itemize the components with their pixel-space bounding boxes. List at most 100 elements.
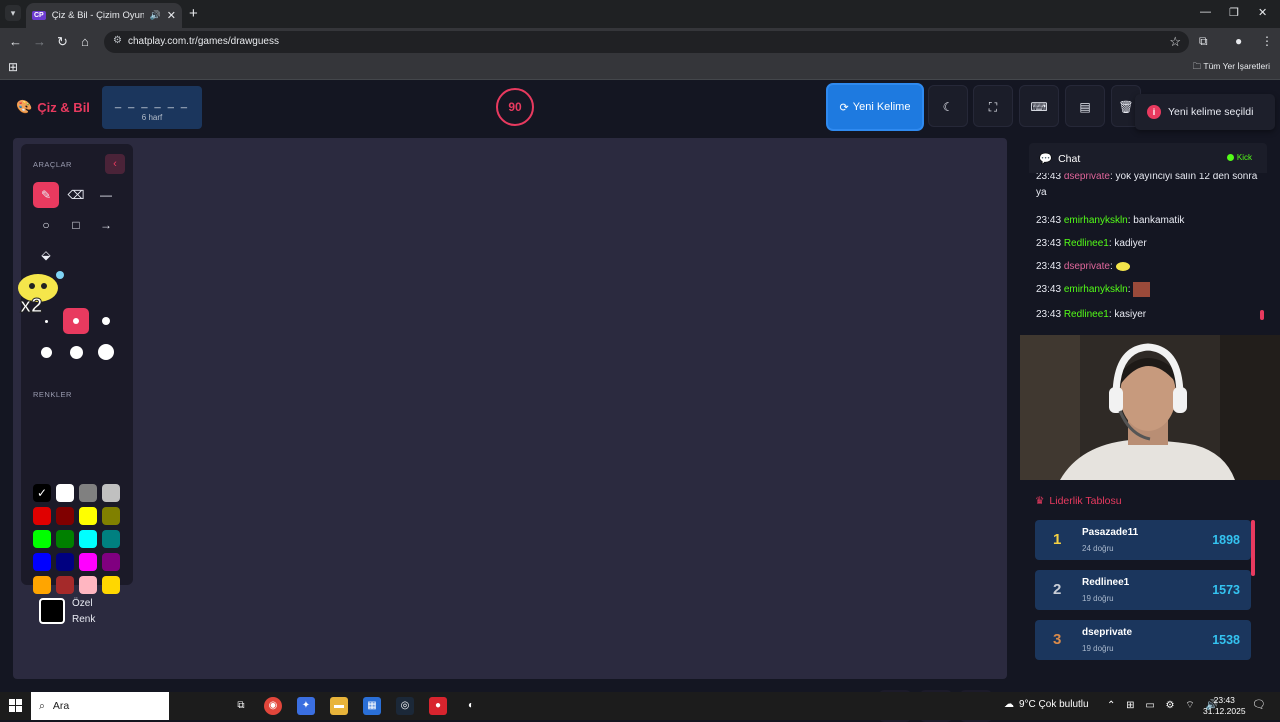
tab-title: Çiz & Bil - Çizim Oyunu	[51, 10, 144, 21]
obs-icon[interactable]: ◐	[462, 697, 480, 715]
brush-size-6[interactable]	[93, 339, 119, 365]
color-swatch[interactable]	[79, 484, 97, 502]
msg-text: :	[1127, 284, 1131, 296]
home-icon[interactable]: ⌂	[81, 34, 89, 49]
brush-size-4[interactable]	[33, 339, 59, 365]
leaderboard-row[interactable]: 2 Redlinee1 19 doğru 1573	[1035, 570, 1251, 610]
site-info-icon[interactable]: ⚙	[113, 35, 122, 46]
color-swatch[interactable]	[102, 530, 120, 548]
taskbar-clock[interactable]: 23:43 31.12.2025	[1203, 695, 1246, 717]
color-swatch[interactable]	[102, 484, 120, 502]
file-explorer-icon[interactable]: ▬	[330, 697, 348, 715]
new-word-button[interactable]: ⟳ Yeni Kelime	[826, 83, 924, 131]
store-icon[interactable]: ▦	[363, 697, 381, 715]
all-bookmarks[interactable]: 🗀 Tüm Yer İşaretleri	[1193, 61, 1270, 75]
msg-user[interactable]: emirhanykskln	[1064, 215, 1128, 226]
dark-mode-button[interactable]: ☾	[928, 85, 968, 127]
color-swatch[interactable]	[56, 576, 74, 594]
msg-user[interactable]: Redlinee1	[1064, 238, 1109, 249]
line-tool[interactable]: —	[93, 182, 119, 208]
fullscreen-button[interactable]: ⛶	[973, 85, 1013, 127]
custom-color-label[interactable]: Özel Renk	[72, 596, 112, 628]
word-length: 6 harf	[141, 113, 163, 122]
profile-icon[interactable]: ●	[1235, 34, 1242, 48]
circle-icon: ○	[42, 218, 50, 232]
game-app-icon[interactable]: ●	[429, 697, 447, 715]
leaderboard-row[interactable]: 3 dseprivate 19 doğru 1538	[1035, 620, 1251, 660]
archive-button[interactable]: ▤	[1065, 85, 1105, 127]
brush-tool[interactable]: ✎	[33, 182, 59, 208]
color-swatch[interactable]	[79, 507, 97, 525]
menu-icon[interactable]: ⋮	[1261, 34, 1273, 48]
brush-size-3[interactable]	[93, 308, 119, 334]
copilot-icon[interactable]: ✦	[297, 697, 315, 715]
browser-tab[interactable]: CP Çiz & Bil - Çizim Oyunu 🔊 ✕	[26, 3, 182, 28]
player-name: Redlinee1	[1082, 577, 1130, 588]
bookmark-star-icon[interactable]: ☆	[1169, 34, 1181, 50]
color-swatch[interactable]	[102, 507, 120, 525]
circle-tool[interactable]: ○	[33, 212, 59, 238]
color-swatch[interactable]	[33, 530, 51, 548]
forward-icon[interactable]: →	[33, 34, 46, 49]
rank: 3	[1053, 631, 1062, 648]
notifications-icon[interactable]: 🗨	[1252, 698, 1266, 711]
rectangle-tool[interactable]: □	[63, 212, 89, 238]
msg-user[interactable]: dseprivate	[1064, 261, 1110, 272]
taskbar-search[interactable]: ⌕ Ara	[31, 692, 169, 720]
drawing-canvas[interactable]: ↶ ↷ 🗑	[13, 138, 1007, 722]
color-swatch[interactable]	[33, 576, 51, 594]
color-swatch[interactable]	[33, 507, 51, 525]
color-swatch[interactable]	[102, 576, 120, 594]
color-swatch[interactable]	[56, 530, 74, 548]
search-placeholder: Ara	[52, 700, 70, 712]
close-tab-icon[interactable]: ✕	[167, 9, 176, 22]
chat-message: 23:43 Redlinee1: kasiyer	[1036, 307, 1258, 323]
steam-icon[interactable]: ◎	[396, 697, 414, 715]
platform-label: Kick	[1236, 153, 1252, 162]
msg-user[interactable]: emirhanykskln	[1064, 284, 1128, 295]
close-window-icon[interactable]: ✕	[1258, 6, 1267, 19]
color-swatch[interactable]	[33, 553, 51, 571]
color-swatch[interactable]	[56, 553, 74, 571]
msg-user[interactable]: Redlinee1	[1064, 309, 1109, 320]
chat-scrollbar[interactable]	[1260, 310, 1264, 320]
color-swatch[interactable]	[79, 530, 97, 548]
windows-start-icon[interactable]	[9, 699, 22, 712]
color-swatch[interactable]	[56, 484, 74, 502]
collapse-panel-button[interactable]: ‹	[105, 154, 125, 174]
keyboard-button[interactable]: ⌨	[1019, 85, 1059, 127]
extensions-icon[interactable]: ⧉	[1199, 34, 1208, 49]
new-tab-button[interactable]: +	[189, 5, 198, 22]
msg-user[interactable]: dseprivate	[1064, 173, 1110, 182]
color-swatch[interactable]	[79, 576, 97, 594]
eraser-tool[interactable]: ⌫	[63, 182, 89, 208]
color-swatch[interactable]	[102, 553, 120, 571]
reload-icon[interactable]: ↻	[57, 34, 68, 50]
msg-time: 23:43	[1036, 173, 1062, 182]
color-swatch[interactable]	[56, 507, 74, 525]
color-swatch[interactable]	[79, 553, 97, 571]
app-logo[interactable]: 🎨 Çiz & Bil	[16, 99, 90, 115]
audio-icon[interactable]: 🔊	[150, 10, 161, 21]
archive-icon: ▤	[1079, 100, 1091, 114]
leaderboard-scrollbar[interactable]	[1251, 520, 1255, 576]
url-text[interactable]: chatplay.com.tr/games/drawguess	[128, 36, 279, 47]
minimize-icon[interactable]: —	[1200, 6, 1211, 18]
brush-size-5[interactable]	[63, 339, 89, 365]
msg-time: 23:43	[1036, 261, 1062, 272]
restore-icon[interactable]: ❐	[1229, 6, 1239, 19]
color-swatch-selected[interactable]: ✓	[33, 484, 51, 502]
tab-search-icon[interactable]: ▾	[5, 5, 21, 21]
task-view-icon[interactable]: ⧉	[232, 697, 250, 715]
address-bar[interactable]: ⚙ chatplay.com.tr/games/drawguess ☆	[104, 31, 1189, 53]
apps-grid-icon[interactable]: ⊞	[8, 60, 18, 74]
leaderboard-row[interactable]: 1 Pasazade11 24 doğru 1898	[1035, 520, 1251, 560]
paint-bucket-icon: ⬙	[41, 248, 51, 262]
chat-messages[interactable]: 23:43 dseprivate: yok yayınciyi salın 12…	[1036, 173, 1260, 323]
weather-widget[interactable]: ☁ 9°C Çok bulutlu	[1004, 699, 1089, 710]
fill-tool[interactable]: ⬙	[33, 242, 59, 268]
back-icon[interactable]: ←	[9, 34, 22, 49]
chrome-icon[interactable]: ◉	[264, 697, 282, 715]
arrow-tool[interactable]: →	[93, 212, 119, 238]
custom-color-swatch[interactable]	[39, 598, 65, 624]
